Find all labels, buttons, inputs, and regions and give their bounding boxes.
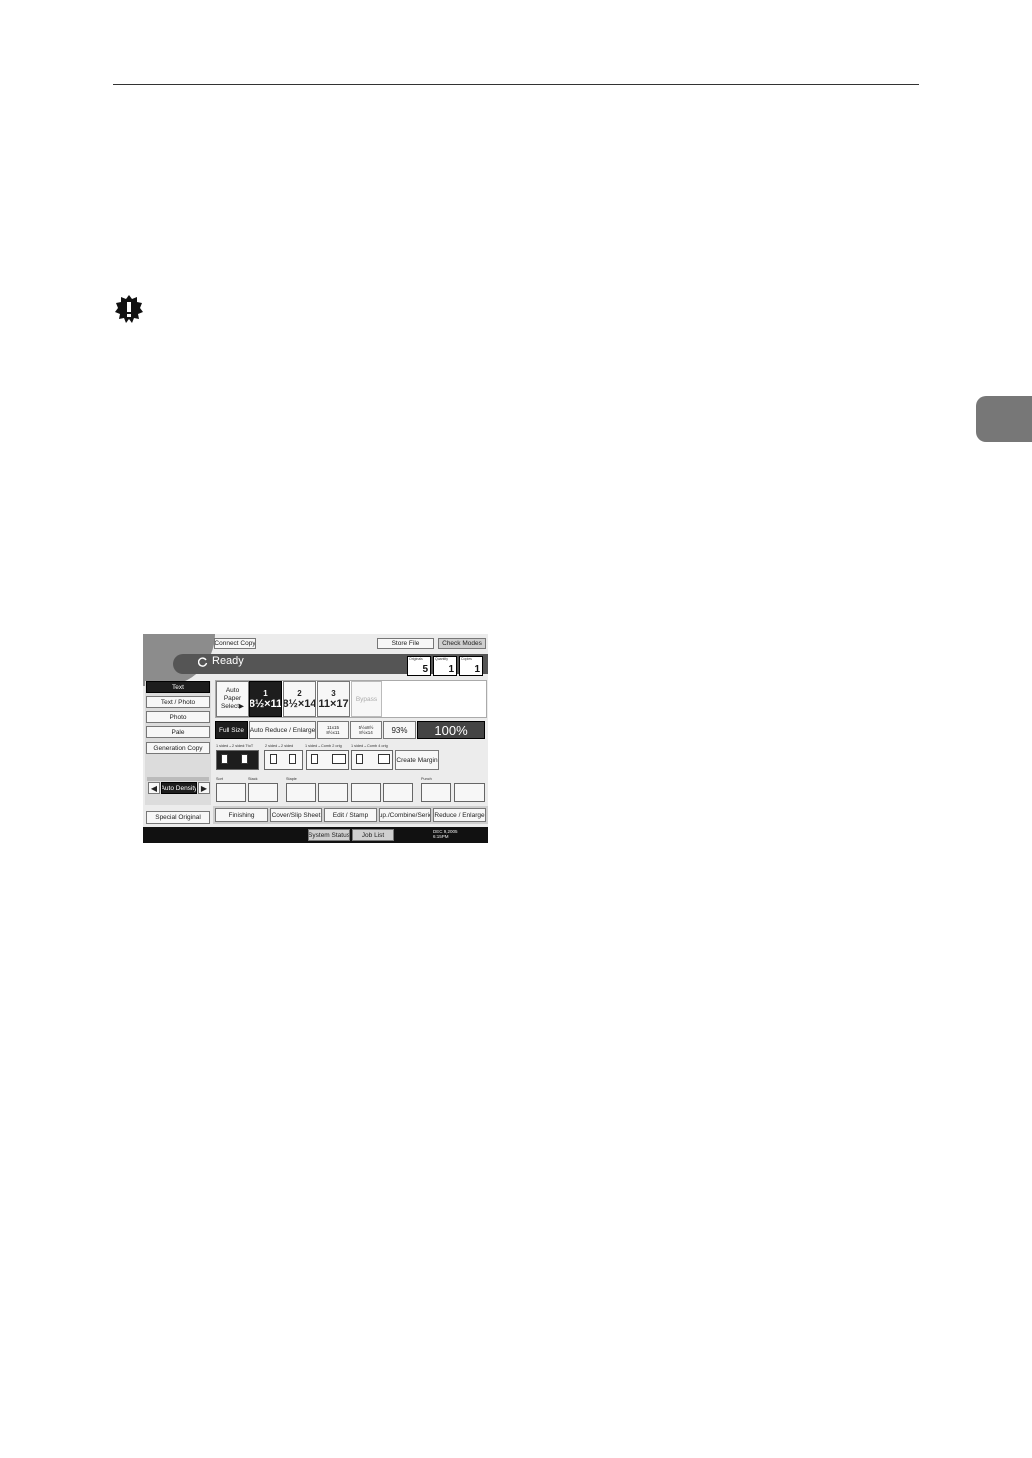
full-size-button[interactable]: Full Size	[215, 721, 248, 739]
stack-button[interactable]	[248, 783, 278, 802]
staple-label: Staple	[286, 777, 297, 781]
combine-4-button[interactable]	[351, 750, 393, 770]
tray-number: 2	[297, 688, 302, 698]
paper-size: 8½×11	[249, 697, 282, 710]
counter-label: Quantity	[435, 657, 449, 661]
sort-label: Sort	[216, 777, 223, 781]
paper-size: 8½×14	[283, 697, 316, 710]
create-margin-button[interactable]: Create Margin	[395, 750, 439, 770]
original-type-generation-copy[interactable]: Generation Copy	[146, 742, 210, 754]
original-type-text[interactable]: Text	[146, 681, 210, 693]
density-lighter-button[interactable]: ◀	[148, 782, 160, 794]
counter-value: 5	[422, 664, 428, 675]
counter-label: Originals	[409, 657, 423, 661]
originals-counter: Originals 5	[407, 656, 431, 676]
date-time: DEC 9,2005 6:15PM	[433, 829, 458, 839]
page-icon	[289, 754, 296, 764]
duplex-1-to-2-button[interactable]	[216, 750, 259, 770]
ratio-93-button[interactable]: 93%	[383, 721, 416, 739]
duplex-label-1: 1 sided→2 sided:TtoT	[216, 744, 254, 748]
copies-counter: Copies 1	[459, 656, 483, 676]
tray-number: 1	[263, 688, 268, 698]
check-modes-button[interactable]: Check Modes	[438, 638, 486, 649]
stack-label: Stack	[248, 777, 258, 781]
tray-number: 3	[331, 688, 336, 698]
paper-tray-1[interactable]: 1 8½×11	[249, 681, 282, 717]
preset-ratio-2-button[interactable]: 5½x8½ 8½x14	[350, 721, 382, 739]
current-ratio-display: 100%	[417, 721, 485, 739]
punch-option-1-button[interactable]	[421, 783, 451, 802]
paper-size: 11×17	[318, 697, 349, 710]
duplex-label-3: 1 sided→Comb 2 orig	[305, 744, 342, 748]
density-control: ◀ Auto Density ▶	[145, 777, 211, 795]
page-icon	[332, 754, 346, 764]
page-icon	[221, 754, 228, 764]
density-scale	[147, 777, 209, 781]
original-type-pale[interactable]: Pale	[146, 726, 210, 738]
system-status-button[interactable]: System Status	[308, 829, 350, 841]
important-icon	[115, 295, 143, 323]
store-file-button[interactable]: Store File	[377, 638, 434, 649]
bypass-tray-button[interactable]: Bypass	[351, 681, 382, 717]
punch-option-2-button[interactable]	[454, 783, 485, 802]
staple-option-4-button[interactable]	[383, 783, 413, 802]
tab-edit-stamp[interactable]: Edit / Stamp	[324, 808, 377, 822]
chapter-tab	[976, 396, 1032, 442]
ready-icon	[198, 657, 208, 667]
page-icon	[378, 754, 390, 764]
paper-tray-2[interactable]: 2 8½×14	[283, 681, 316, 717]
time-text: 6:15PM	[433, 834, 449, 839]
preset-ratio-1-button[interactable]: 11x15 8½x11	[317, 721, 349, 739]
duplex-label-4: 1 sided→Comb 4 orig	[351, 744, 388, 748]
status-text: Ready	[212, 655, 244, 667]
tab-dup-combine-series[interactable]: Dup./Combine/Series	[379, 808, 431, 822]
tab-cover-slip-sheet[interactable]: Cover/Slip Sheet	[270, 808, 322, 822]
page-icon	[241, 754, 248, 764]
original-type-text-photo[interactable]: Text / Photo	[146, 696, 210, 708]
staple-option-1-button[interactable]	[286, 783, 316, 802]
original-type-photo[interactable]: Photo	[146, 711, 210, 723]
sort-button[interactable]	[216, 783, 246, 802]
counter-value: 1	[448, 664, 454, 675]
combine-2-button[interactable]	[306, 750, 349, 770]
quantity-counter: Quantity 1	[433, 656, 457, 676]
copier-control-panel: Connect Copy Store File Check Modes Read…	[143, 634, 488, 843]
auto-density-button[interactable]: Auto Density	[161, 782, 197, 794]
counter-label: Copies	[461, 657, 472, 661]
page-icon	[270, 754, 277, 764]
preset-ratio-bottom: 8½x11	[326, 730, 340, 735]
page-icon	[311, 754, 318, 764]
duplex-2-to-2-button[interactable]	[264, 750, 303, 770]
paper-tray-3[interactable]: 3 11×17	[317, 681, 350, 717]
staple-option-2-button[interactable]	[318, 783, 348, 802]
density-darker-button[interactable]: ▶	[198, 782, 210, 794]
staple-option-3-button[interactable]	[351, 783, 381, 802]
page-icon	[356, 754, 363, 764]
preset-ratio-bottom: 8½x14	[359, 730, 373, 735]
punch-label: Punch	[421, 777, 432, 781]
connect-copy-button[interactable]: Connect Copy	[214, 638, 256, 649]
tab-reduce-enlarge[interactable]: Reduce / Enlarge	[433, 808, 486, 822]
counter-value: 1	[474, 664, 480, 675]
header-rule	[113, 84, 919, 85]
auto-paper-select-button[interactable]: Auto Paper Select▶	[216, 681, 249, 717]
special-original-button[interactable]: Special Original	[146, 811, 210, 824]
tab-finishing[interactable]: Finishing	[215, 808, 268, 822]
auto-reduce-enlarge-button[interactable]: Auto Reduce / Enlarge	[249, 721, 316, 739]
job-list-button[interactable]: Job List	[352, 829, 394, 841]
duplex-label-2: 2 sided→2 sided	[265, 744, 294, 748]
